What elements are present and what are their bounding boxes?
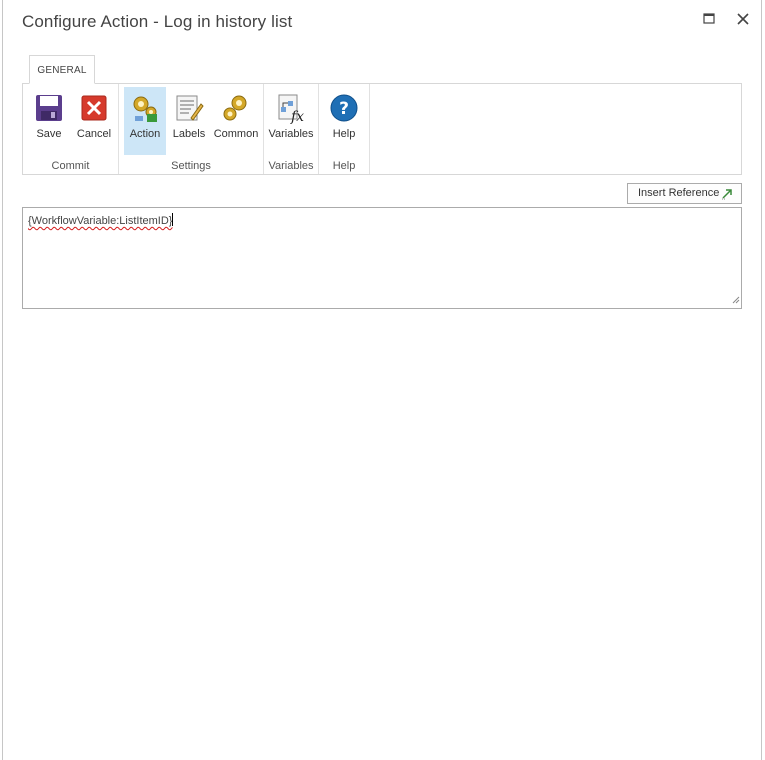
labels-icon [173, 92, 205, 124]
ribbon-group-commit: Save Cancel Commit [23, 84, 119, 174]
group-label-commit: Commit [51, 160, 90, 172]
insert-reference-label: Insert Reference [638, 187, 720, 199]
help-icon: ? [328, 92, 360, 124]
dialog-title: Configure Action - Log in history list [22, 12, 293, 31]
labels-button[interactable]: Labels [168, 87, 210, 155]
resize-grip-icon[interactable] [731, 295, 740, 307]
action-label: Action [129, 128, 161, 140]
svg-text:fx: fx [290, 109, 304, 124]
gears-action-icon [129, 92, 161, 124]
gears-icon [220, 92, 252, 124]
group-label-variables: Variables [268, 160, 314, 172]
labels-label: Labels [172, 128, 206, 140]
insert-reference-button[interactable]: Insert Reference [627, 183, 742, 204]
svg-text:?: ? [339, 99, 349, 119]
variables-button[interactable]: fx Variables [267, 87, 315, 155]
maximize-button[interactable] [700, 10, 718, 28]
ribbon-group-variables: fx Variables Variables [264, 84, 319, 174]
save-button[interactable]: Save [29, 87, 69, 155]
maximize-icon [703, 13, 715, 24]
ribbon-group-settings: Action Labels Common Settings [119, 84, 264, 174]
cancel-button[interactable]: Cancel [73, 87, 115, 155]
group-label-settings: Settings [171, 160, 211, 172]
insert-reference-icon [721, 188, 733, 207]
ribbon: Save Cancel Commit Action Labels Common … [22, 83, 742, 175]
log-message-textarea[interactable]: {WorkflowVariable:ListItemID} [22, 207, 742, 309]
configure-action-dialog: Configure Action - Log in history list G… [2, 0, 762, 760]
group-label-help: Help [332, 160, 356, 172]
cancel-icon [78, 92, 110, 124]
close-button[interactable] [734, 10, 752, 28]
text-caret [172, 213, 174, 226]
help-label: Help [332, 128, 356, 140]
common-button[interactable]: Common [212, 87, 260, 155]
ribbon-group-help: ? Help Help [319, 84, 370, 174]
action-button[interactable]: Action [124, 87, 166, 155]
workflow-variable-token: {WorkflowVariable:ListItemID} [28, 215, 173, 227]
help-button[interactable]: ? Help [324, 87, 364, 155]
close-icon [737, 13, 749, 25]
tab-general[interactable]: GENERAL [29, 55, 95, 84]
variables-label: Variables [268, 128, 314, 140]
save-icon [33, 92, 65, 124]
cancel-label: Cancel [76, 128, 112, 140]
common-label: Common [213, 128, 259, 140]
save-label: Save [36, 128, 62, 140]
variables-fx-icon: fx [275, 92, 307, 125]
